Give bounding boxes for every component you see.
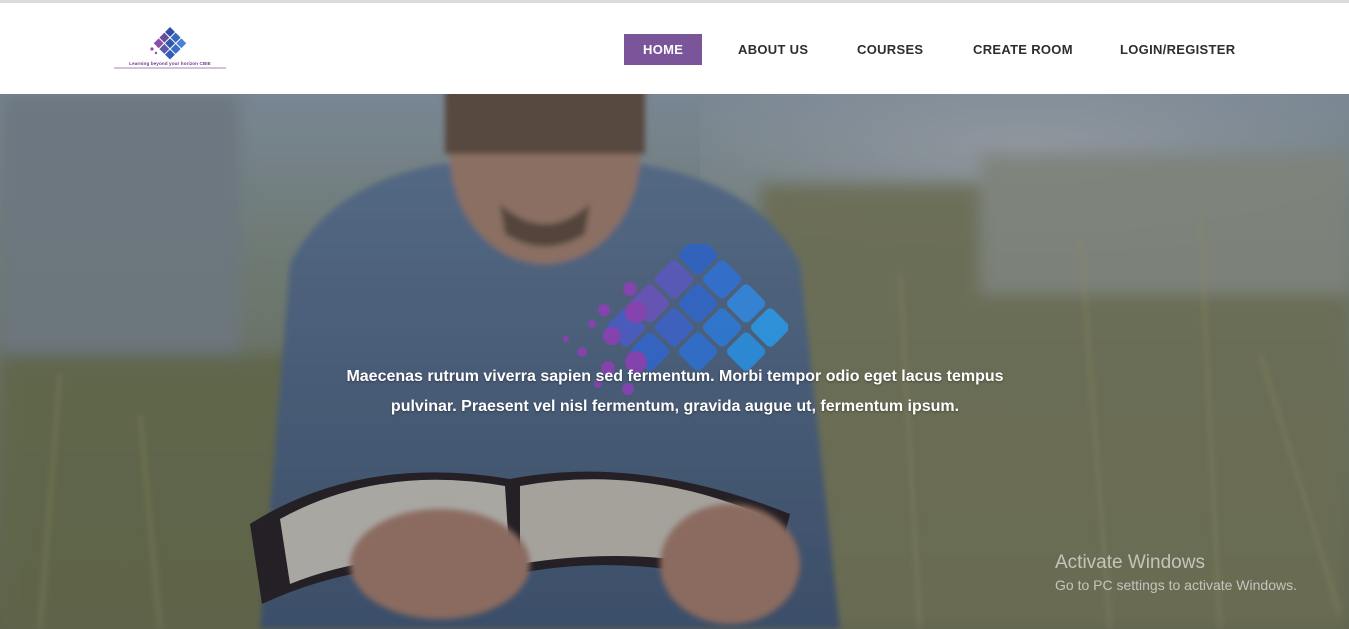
logo-subline [114,67,226,69]
watermark-subtitle: Go to PC settings to activate Windows. [1055,577,1297,593]
hero-banner: Maecenas rutrum viverra sapien sed ferme… [0,94,1349,629]
nav-create-room[interactable]: CREATE ROOM [973,34,1073,65]
hero-description-line-1: Maecenas rutrum viverra sapien sed ferme… [346,368,1004,385]
watermark-title: Activate Windows [1055,552,1205,573]
logo-tagline: Learning beyond your horizon CBIE [129,61,211,66]
nav-home[interactable]: HOME [624,34,703,65]
windows-activation-watermark: Activate Windows Go to PC settings to ac… [1055,552,1297,595]
logo-mark-icon [150,27,187,60]
site-logo[interactable]: Learning beyond your horizon CBIE [104,27,236,79]
nav-login-register[interactable]: LOGIN/REGISTER [1120,34,1235,65]
hero-description-line-2: pulvinar. Praesent vel nisl fermentum, g… [390,398,960,415]
hero-description: Maecenas rutrum viverra sapien sed ferme… [330,362,1020,422]
nav-about-us[interactable]: ABOUT US [738,34,808,65]
nav-courses[interactable]: COURSES [857,34,923,65]
site-header: Learning beyond your horizon CBIE HOME A… [0,3,1349,94]
